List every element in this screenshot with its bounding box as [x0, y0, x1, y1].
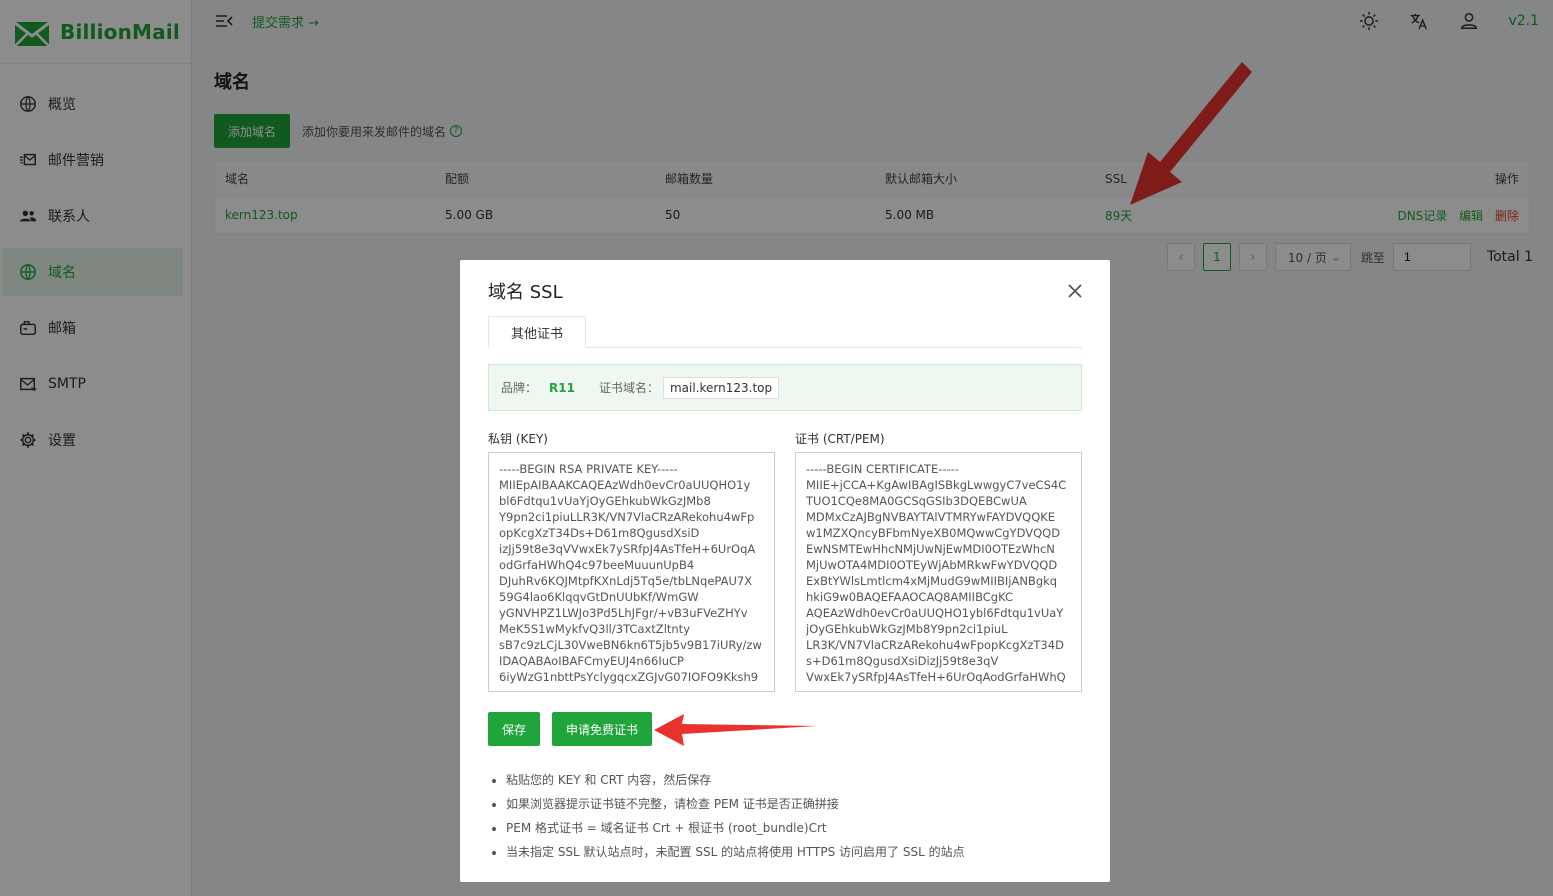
notes-list: 粘贴您的 KEY 和 CRT 内容，然后保存 如果浏览器提示证书链不完整，请检查… — [506, 772, 965, 868]
dialog-tabs: 其他证书 — [488, 316, 1082, 348]
certificate-textarea[interactable]: -----BEGIN CERTIFICATE----- MIIE+jCCA+Kg… — [795, 452, 1082, 692]
list-item: 如果浏览器提示证书链不完整，请检查 PEM 证书是否正确拼接 — [506, 796, 965, 820]
cert-label: 证书 (CRT/PEM) — [795, 432, 885, 446]
close-icon[interactable] — [1066, 282, 1084, 300]
list-item: PEM 格式证书 = 域名证书 Crt + 根证书 (root_bundle)C… — [506, 820, 965, 844]
brand-label: 品牌： — [501, 381, 538, 395]
cert-domain-label: 证书域名： — [598, 381, 659, 395]
cert-info-box: 品牌： R11 证书域名： mail.kern123.top — [488, 364, 1082, 411]
apply-free-cert-button[interactable]: 申请免费证书 — [552, 712, 652, 746]
ssl-dialog: 域名 SSL 其他证书 品牌： R11 证书域名： mail.kern123.t… — [460, 260, 1110, 882]
tab-other-cert[interactable]: 其他证书 — [488, 316, 586, 348]
dialog-title: 域名 SSL — [488, 282, 563, 303]
list-item: 粘贴您的 KEY 和 CRT 内容，然后保存 — [506, 772, 965, 796]
private-key-textarea[interactable]: -----BEGIN RSA PRIVATE KEY----- MIIEpAIB… — [488, 452, 775, 692]
list-item: 当未指定 SSL 默认站点时，未配置 SSL 的站点将使用 HTTPS 访问启用… — [506, 844, 965, 868]
annotation-arrow-free-cert — [654, 714, 817, 746]
key-label: 私钥 (KEY) — [488, 432, 548, 446]
cert-domain-value: mail.kern123.top — [662, 376, 780, 399]
save-button[interactable]: 保存 — [488, 712, 540, 746]
brand-value: R11 — [549, 380, 575, 395]
